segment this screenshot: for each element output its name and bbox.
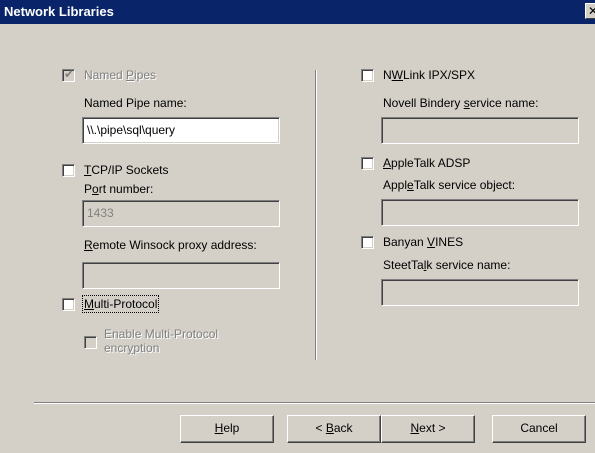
column-divider bbox=[315, 70, 317, 360]
appletalk-object-label: AppleTalk service object: bbox=[383, 178, 516, 192]
tcpip-sockets-label[interactable]: TCP/IP Sockets bbox=[84, 163, 169, 177]
streettalk-label: SteetTalk service name: bbox=[383, 258, 511, 272]
named-pipe-name-label: Named Pipe name: bbox=[84, 96, 187, 110]
nwlink-checkbox[interactable] bbox=[361, 69, 374, 82]
multi-protocol-checkbox[interactable] bbox=[62, 298, 75, 311]
title-bar: Network Libraries ✕ bbox=[0, 0, 595, 24]
window-title: Network Libraries bbox=[4, 4, 114, 19]
banyan-vines-checkbox[interactable] bbox=[361, 236, 374, 249]
named-pipes-label: Named Pipes bbox=[84, 68, 157, 82]
multi-protocol-label[interactable]: Multi-Protocol bbox=[81, 295, 160, 313]
close-icon[interactable]: ✕ bbox=[585, 3, 595, 19]
novell-bindery-label: Novell Bindery service name: bbox=[383, 96, 539, 110]
back-button[interactable]: < Back bbox=[287, 415, 381, 443]
named-pipe-name-input[interactable]: \\.\pipe\sql\query bbox=[82, 117, 280, 144]
next-button[interactable]: Next > bbox=[381, 415, 475, 443]
port-number-input[interactable]: 1433 bbox=[82, 200, 280, 227]
cancel-button[interactable]: Cancel bbox=[492, 415, 586, 443]
proxy-address-input[interactable] bbox=[82, 262, 280, 289]
nwlink-label[interactable]: NWLink IPX/SPX bbox=[383, 68, 475, 82]
appletalk-label[interactable]: AppleTalk ADSP bbox=[383, 156, 470, 170]
appletalk-object-input[interactable] bbox=[381, 199, 579, 226]
port-number-label: Port number: bbox=[84, 182, 154, 196]
button-divider bbox=[34, 402, 595, 404]
checkmark-icon: ✔ bbox=[64, 67, 75, 81]
named-pipes-checkbox: ✔ bbox=[62, 67, 75, 82]
enable-encryption-label-line1: Enable Multi-Protocol bbox=[104, 327, 219, 341]
enable-encryption-checkbox bbox=[84, 336, 97, 349]
novell-bindery-input[interactable] bbox=[381, 117, 579, 144]
proxy-address-label: Remote Winsock proxy address: bbox=[84, 238, 257, 252]
help-button[interactable]: Help bbox=[180, 415, 274, 443]
appletalk-checkbox[interactable] bbox=[361, 157, 374, 170]
banyan-vines-label[interactable]: Banyan VINES bbox=[383, 235, 463, 249]
tcpip-sockets-checkbox[interactable] bbox=[62, 164, 75, 177]
enable-encryption-label-line2: encryption bbox=[104, 341, 160, 355]
streettalk-input[interactable] bbox=[381, 279, 579, 306]
